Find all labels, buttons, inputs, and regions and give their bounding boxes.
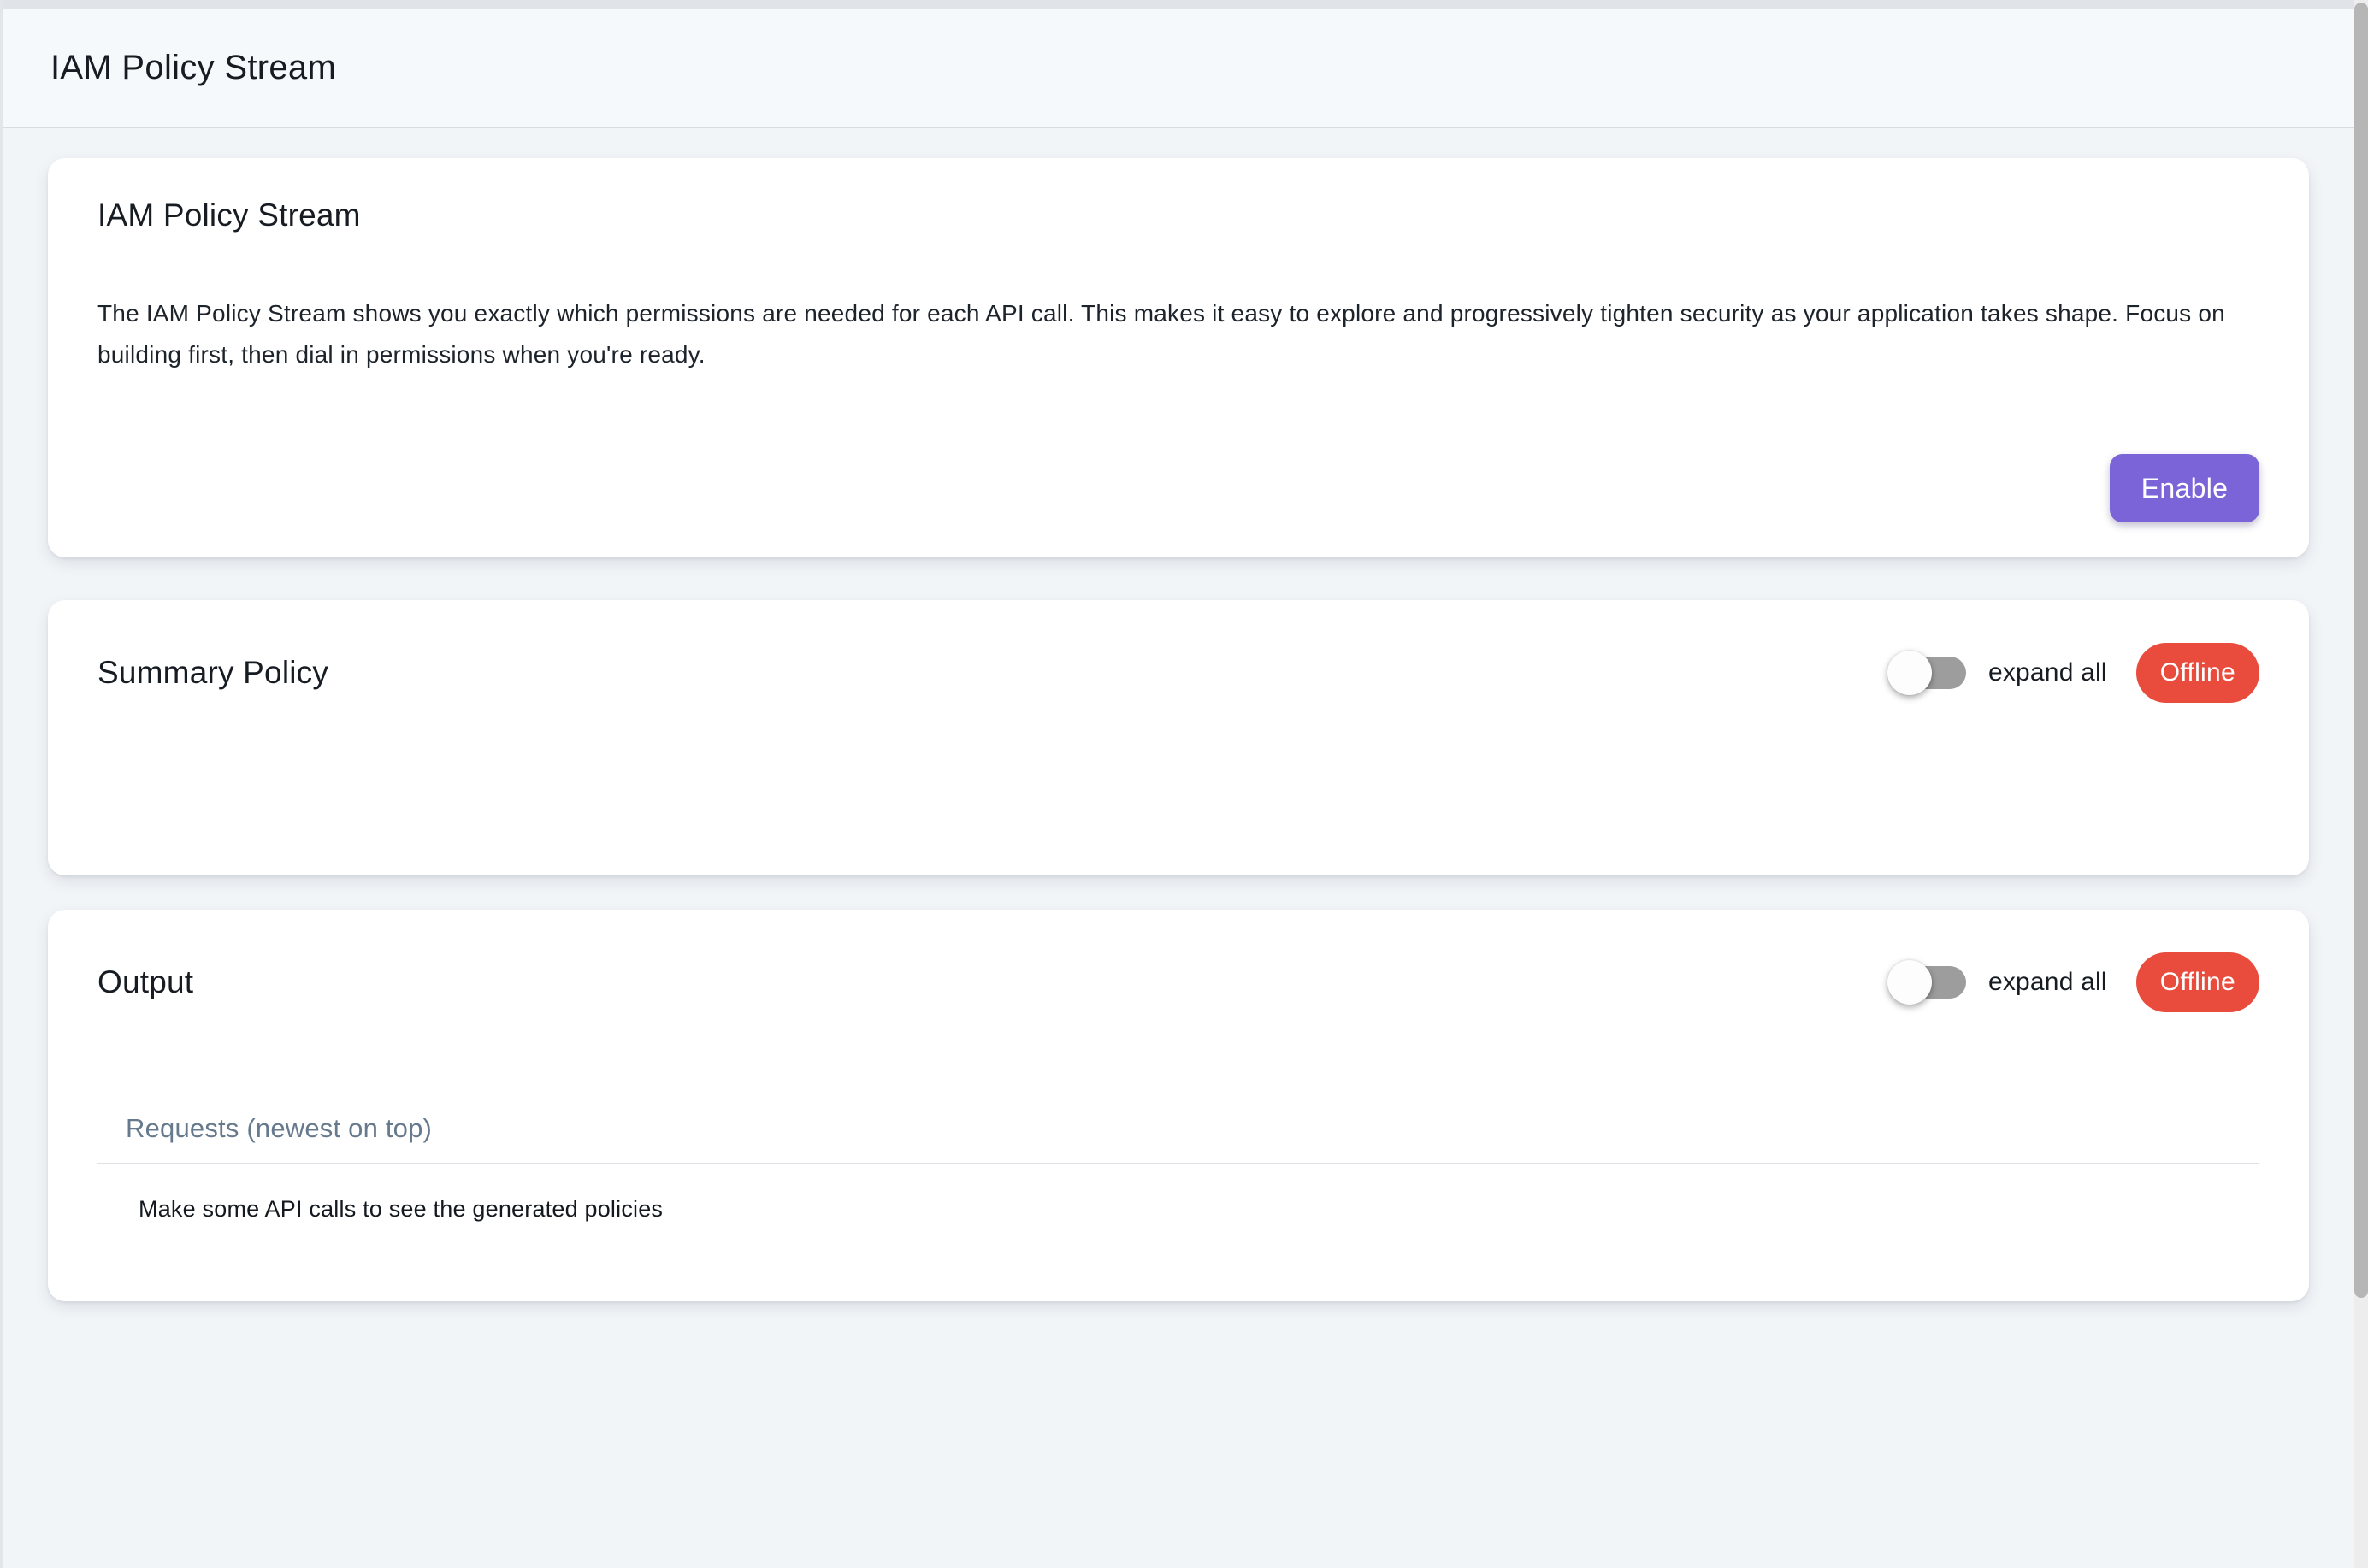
window-top-edge <box>0 0 2354 9</box>
summary-policy-title: Summary Policy <box>97 655 1894 691</box>
vertical-scrollbar-thumb[interactable] <box>2354 3 2368 1298</box>
requests-section: Requests (newest on top) Make some API c… <box>97 1110 2259 1226</box>
intro-card-description: The IAM Policy Stream shows you exactly … <box>97 293 2259 375</box>
page-header: IAM Policy Stream <box>0 9 2354 128</box>
iam-policy-stream-intro-card: IAM Policy Stream The IAM Policy Stream … <box>48 158 2309 557</box>
intro-card-actions: Enable <box>97 454 2259 522</box>
summary-policy-header-row: Summary Policy expand all Offline <box>97 640 2259 706</box>
summary-status-badge: Offline <box>2136 643 2259 703</box>
output-expand-all-toggle[interactable] <box>1894 965 1966 999</box>
output-expand-all-label: expand all <box>1988 968 2107 997</box>
summary-expand-all-toggle[interactable] <box>1894 656 1966 690</box>
summary-policy-card: Summary Policy expand all Offline <box>48 600 2309 875</box>
toggle-thumb-icon <box>1887 960 1932 1005</box>
window-left-edge <box>0 0 3 1568</box>
enable-button[interactable]: Enable <box>2110 454 2259 522</box>
requests-heading: Requests (newest on top) <box>97 1110 2259 1147</box>
output-header-row: Output expand all Offline <box>97 949 2259 1016</box>
output-status-badge: Offline <box>2136 952 2259 1012</box>
output-title: Output <box>97 964 1894 1000</box>
requests-divider <box>97 1163 2259 1164</box>
intro-card-title: IAM Policy Stream <box>97 197 2259 233</box>
page-title: IAM Policy Stream <box>50 49 336 87</box>
requests-empty-message: Make some API calls to see the generated… <box>97 1192 2259 1226</box>
main-content: IAM Policy Stream The IAM Policy Stream … <box>0 130 2354 1568</box>
output-card: Output expand all Offline Requests (newe… <box>48 910 2309 1301</box>
summary-expand-all-label: expand all <box>1988 658 2107 687</box>
toggle-thumb-icon <box>1887 651 1932 695</box>
vertical-scrollbar-track[interactable] <box>2354 0 2368 1568</box>
